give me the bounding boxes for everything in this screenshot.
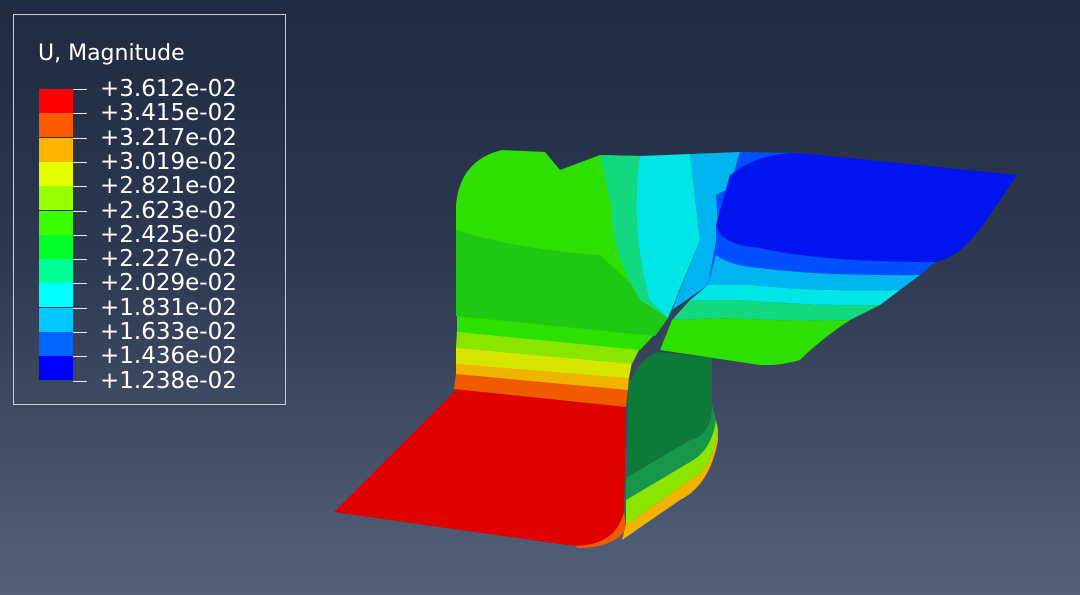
legend-tick [73, 283, 87, 285]
legend-value-label: +3.019e-02 [100, 148, 237, 175]
legend-swatch [39, 137, 73, 162]
legend-tick [73, 210, 87, 212]
upper-plate-blue [716, 152, 1017, 262]
legend-swatch [39, 186, 73, 211]
legend-swatch [39, 161, 73, 186]
legend-tick [73, 137, 87, 139]
legend-value-label: +2.623e-02 [100, 197, 237, 224]
deformed-plate-model [334, 150, 1017, 548]
legend-tick [73, 259, 87, 261]
legend-swatch [39, 89, 73, 113]
legend-swatch [39, 356, 73, 381]
legend-tick [73, 161, 87, 163]
legend-value-label: +1.436e-02 [100, 343, 237, 370]
base-red-flange [334, 388, 626, 546]
legend-tick [73, 307, 87, 309]
legend-tick [73, 234, 87, 236]
legend-tick [73, 186, 87, 188]
legend-value-label: +1.633e-02 [100, 319, 237, 345]
legend-tick [73, 89, 87, 90]
legend-tick [73, 356, 87, 358]
legend-swatch [39, 259, 73, 284]
legend-swatch [39, 332, 73, 356]
legend-swatch [39, 307, 73, 332]
legend-value-label: +3.612e-02 [100, 76, 237, 102]
legend-swatch [39, 283, 73, 308]
legend-value-label: +3.415e-02 [100, 100, 237, 127]
legend-swatch [39, 234, 73, 259]
color-legend: U, Magnitude +3.612e-02 +3.415e-02 +3.217e… [13, 14, 286, 405]
legend-value-label: +2.425e-02 [100, 221, 237, 248]
legend-tick [73, 332, 87, 333]
legend-value-label: +2.029e-02 [100, 270, 237, 297]
legend-value-label: +2.227e-02 [100, 246, 237, 273]
legend-swatch [39, 210, 73, 235]
legend-value-label: +3.217e-02 [100, 124, 237, 151]
legend-value-label: +1.831e-02 [100, 294, 237, 321]
legend-tick [73, 380, 87, 382]
legend-title: U, Magnitude [38, 41, 185, 66]
legend-tick [73, 113, 87, 115]
legend-swatch [39, 113, 73, 138]
legend-value-label: +1.238e-02 [100, 367, 237, 394]
legend-value-label: +2.821e-02 [100, 173, 237, 200]
